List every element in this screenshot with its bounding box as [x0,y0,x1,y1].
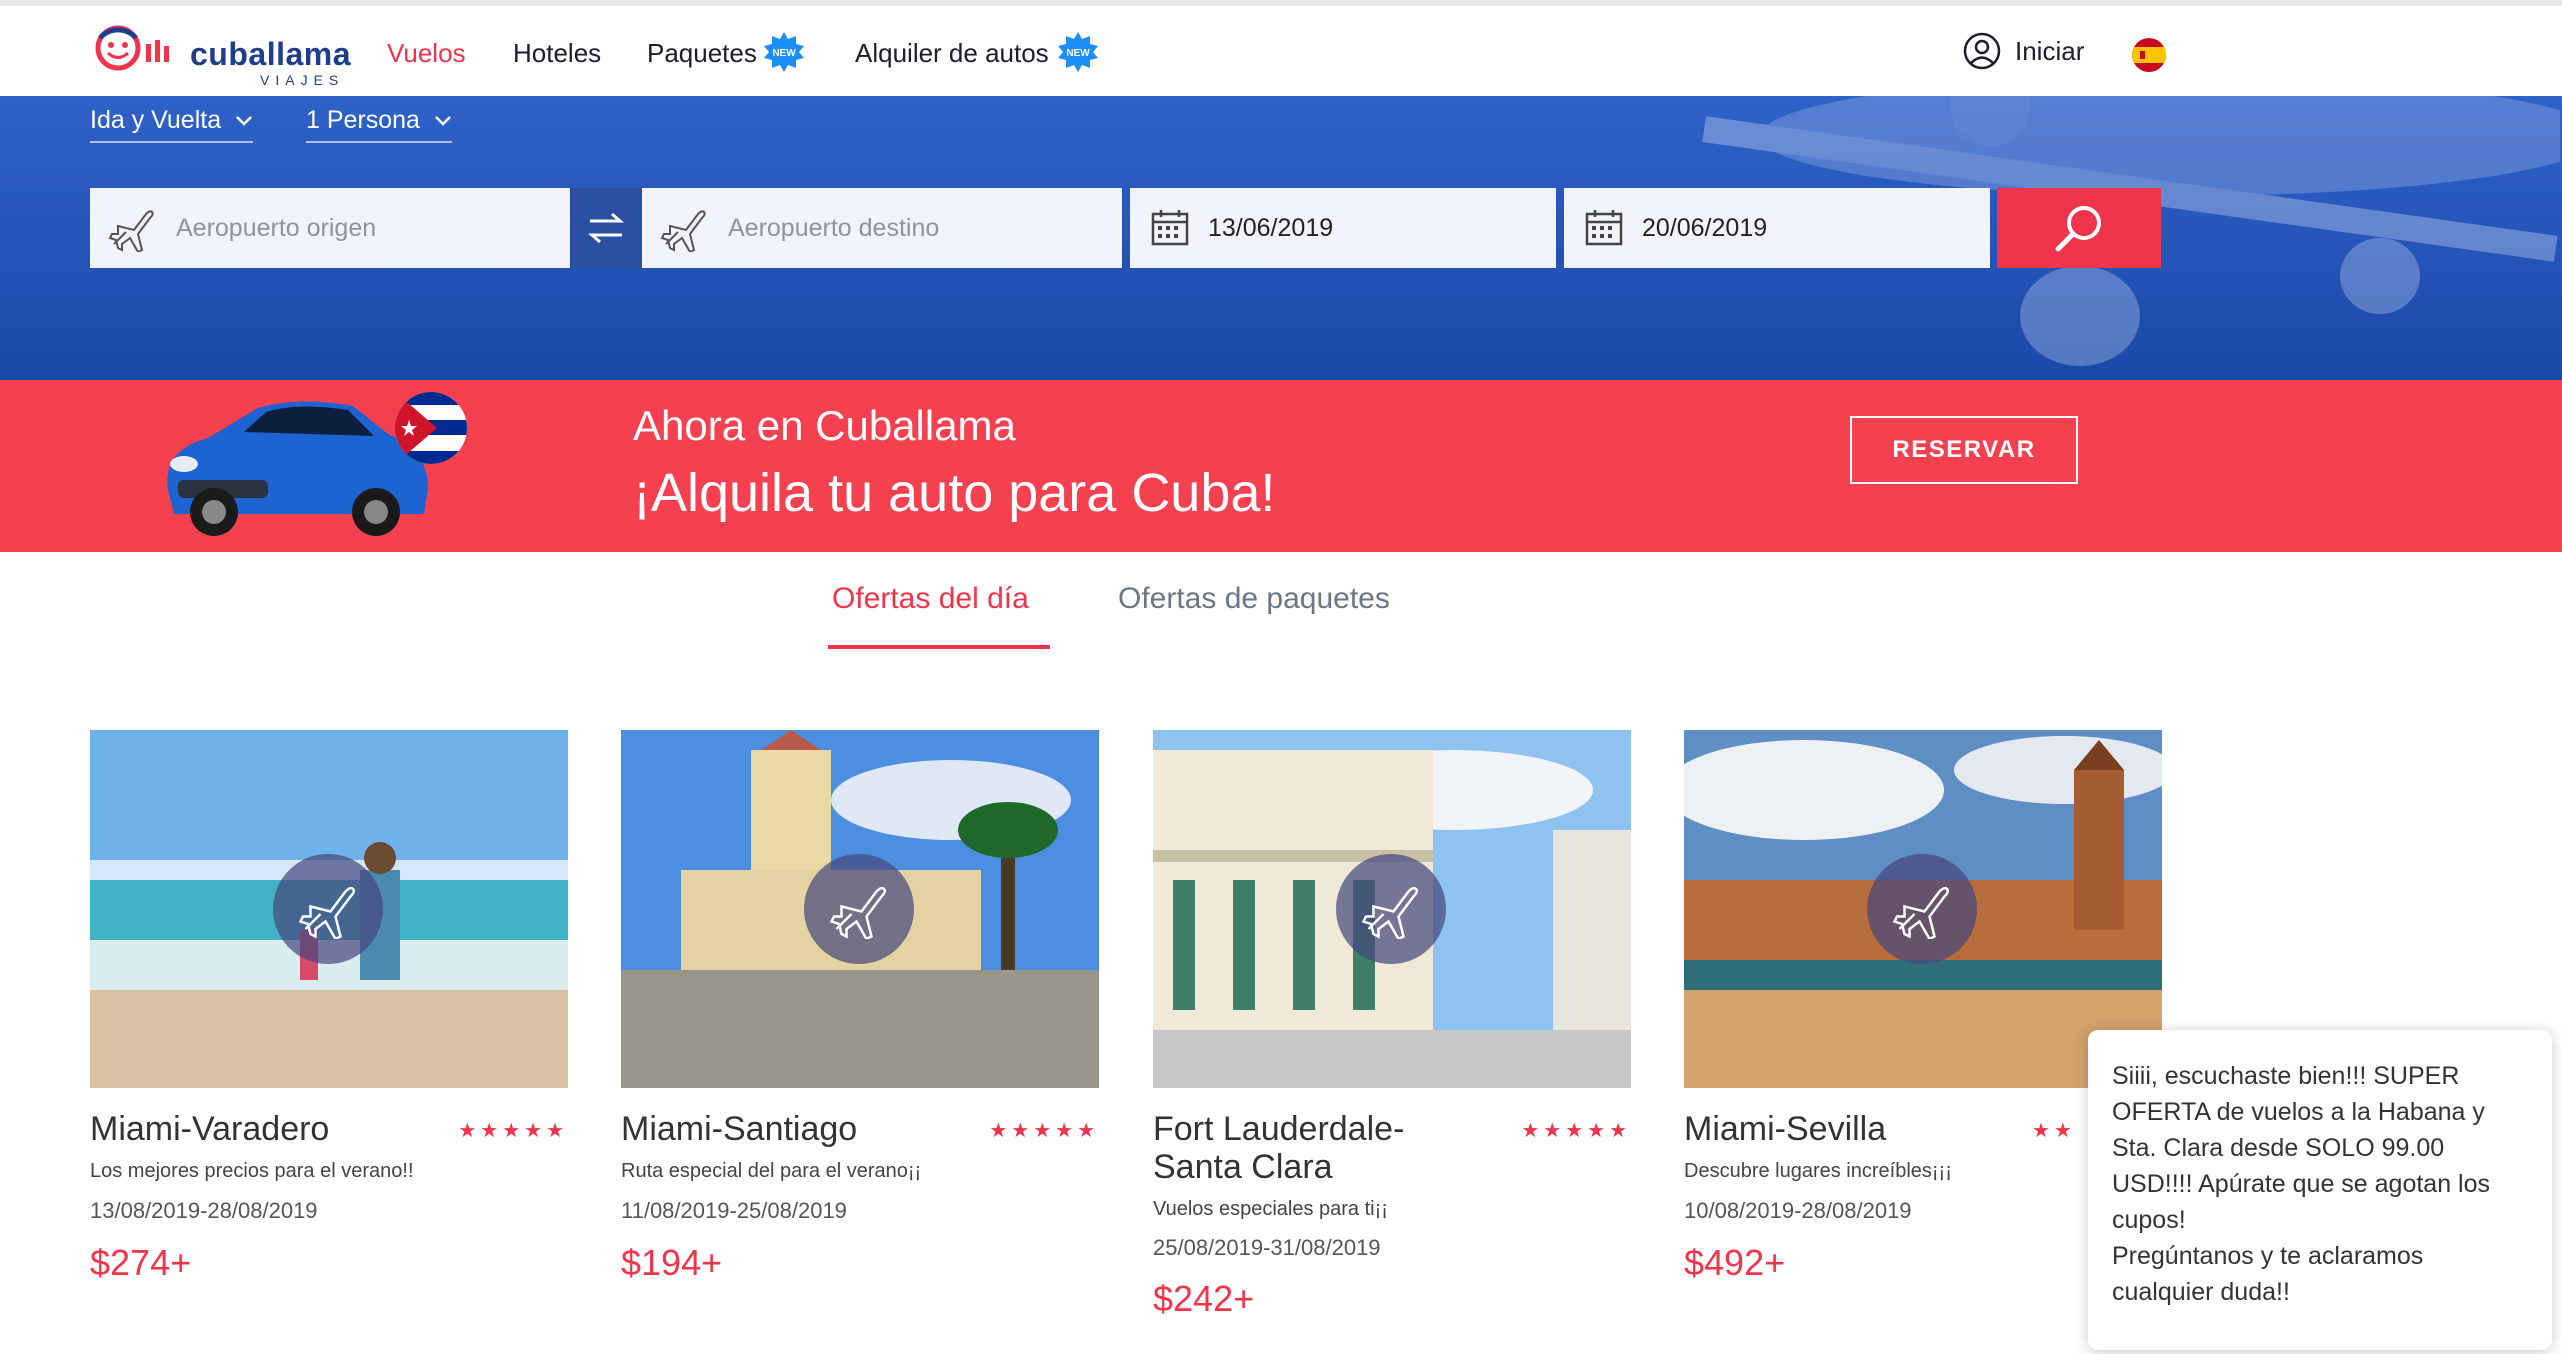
user-icon [1963,32,2001,70]
swap-airports-button[interactable] [570,188,642,268]
destination-placeholder: Aeropuerto destino [728,213,940,242]
offer-card[interactable]: Miami-Santiago ★★★★★ Ruta especial del p… [621,730,1099,1283]
promo-title: ¡Alquila tu auto para Cuba! [633,463,1276,523]
rating-stars: ★★ [2032,1120,2076,1142]
offer-description: Vuelos especiales para ti¡¡ [1153,1198,1388,1220]
origin-placeholder: Aeropuerto origen [176,213,377,242]
offer-description: Ruta especial del para el verano¡¡ [621,1160,922,1182]
trip-type-value: Ida y Vuelta [90,106,222,134]
flight-icon-overlay [804,854,914,964]
flight-icon-overlay [273,854,383,964]
airplane-icon [1361,886,1419,939]
return-date-value: 20/06/2019 [1642,213,1768,242]
cuballama-logo[interactable]: cuballama VIAJES [92,20,352,88]
offer-description: Descubre lugares increíbles¡¡¡ [1684,1160,1952,1182]
passengers-select[interactable]: 1 Persona [306,106,452,143]
trip-type-select[interactable]: Ida y Vuelta [90,106,254,143]
rating-stars: ★★★★★ [1521,1120,1631,1142]
airplane-icon [829,886,887,939]
login-button[interactable]: Iniciar [1963,32,2084,70]
airplane-landing-icon [660,210,706,252]
airplane-takeoff-icon [108,210,154,252]
logo-mark-icon [95,25,169,71]
airplane-icon [298,886,356,939]
offer-image [621,730,1099,1088]
offer-title: Miami-Santiago [621,1110,858,1148]
active-tab-underline [828,645,1050,649]
nav-hoteles[interactable]: Hoteles [513,38,601,69]
offer-dates: 11/08/2019-25/08/2019 [621,1198,847,1223]
promo-headline: Ahora en Cuballama [633,402,1016,449]
offer-description: Los mejores precios para el verano!! [90,1160,414,1182]
svg-text:NEW: NEW [772,48,796,59]
flight-icon-overlay [1867,854,1977,964]
nav-vuelos[interactable]: Vuelos [387,38,466,69]
tab-ofertas-del-dia[interactable]: Ofertas del día [832,582,1029,616]
calendar-icon [1585,210,1623,246]
offer-price: $492+ [1684,1242,1786,1283]
brand-name: cuballama [190,36,352,72]
offer-image [90,730,568,1088]
login-label: Iniciar [2015,35,2085,66]
return-date-field[interactable]: 20/06/2019 [1564,188,1990,268]
offer-price: $242+ [1153,1278,1255,1319]
nav-paquetes[interactable]: Paquetes [647,38,757,69]
offer-dates: 25/08/2019-31/08/2019 [1153,1235,1381,1260]
offer-dates: 13/08/2019-28/08/2019 [90,1198,318,1223]
flight-search-hero: Ida y Vuelta 1 Persona Aeropuerto origen… [0,96,2562,380]
chat-popup[interactable]: Siiii, escuchaste bien!!! SUPER OFERTA d… [2088,1030,2552,1350]
offer-title: Miami-Sevilla [1684,1110,1887,1148]
airplane-icon [1892,886,1950,939]
offer-title: Fort Lauderdale-Santa Clara [1153,1110,1405,1186]
chat-message-followup: Pregúntanos y te aclaramos cualquier dud… [2112,1242,2424,1306]
reservar-button[interactable]: RESERVAR [1850,416,2078,484]
search-icon [2055,206,2101,252]
depart-date-value: 13/06/2019 [1208,213,1334,242]
offer-dates: 10/08/2019-28/08/2019 [1684,1198,1912,1223]
cuba-flag-icon [395,392,467,464]
rating-stars: ★★★★★ [458,1120,568,1142]
tab-ofertas-de-paquetes[interactable]: Ofertas de paquetes [1118,582,1390,616]
chat-message: Siiii, escuchaste bien!!! SUPER OFERTA d… [2112,1062,2491,1234]
depart-date-field[interactable]: 13/06/2019 [1130,188,1556,268]
site-header: cuballama VIAJES Vuelos Hoteles Paquetes… [0,6,2562,96]
offer-card[interactable]: Fort Lauderdale-Santa Clara ★★★★★ Vuelos… [1153,730,1631,1319]
spain-flag-icon[interactable] [2132,38,2166,72]
chevron-down-icon [236,115,252,126]
car-rental-promo-banner: Ahora en Cuballama ¡Alquila tu auto para… [0,380,2562,552]
chevron-down-icon [435,115,451,126]
brand-sub: VIAJES [260,72,345,88]
offer-price: $274+ [90,1242,192,1283]
flight-icon-overlay [1336,854,1446,964]
search-button[interactable] [1997,188,2161,268]
nav-alquiler-autos[interactable]: Alquiler de autos [855,38,1049,69]
origin-airport-field[interactable]: Aeropuerto origen [90,188,570,268]
destination-airport-field[interactable]: Aeropuerto destino [642,188,1122,268]
offer-card[interactable]: Miami-Varadero ★★★★★ Los mejores precios… [90,730,568,1283]
rating-stars: ★★★★★ [989,1120,1099,1142]
svg-text:NEW: NEW [1066,48,1090,59]
offer-price: $194+ [621,1242,723,1283]
new-badge-icon: NEW [1058,32,1098,72]
offer-image [1153,730,1631,1088]
calendar-icon [1151,210,1189,246]
passengers-value: 1 Persona [306,106,420,134]
swap-arrows-icon [588,212,624,244]
offer-title: Miami-Varadero [90,1110,330,1148]
new-badge-icon: NEW [764,32,804,72]
